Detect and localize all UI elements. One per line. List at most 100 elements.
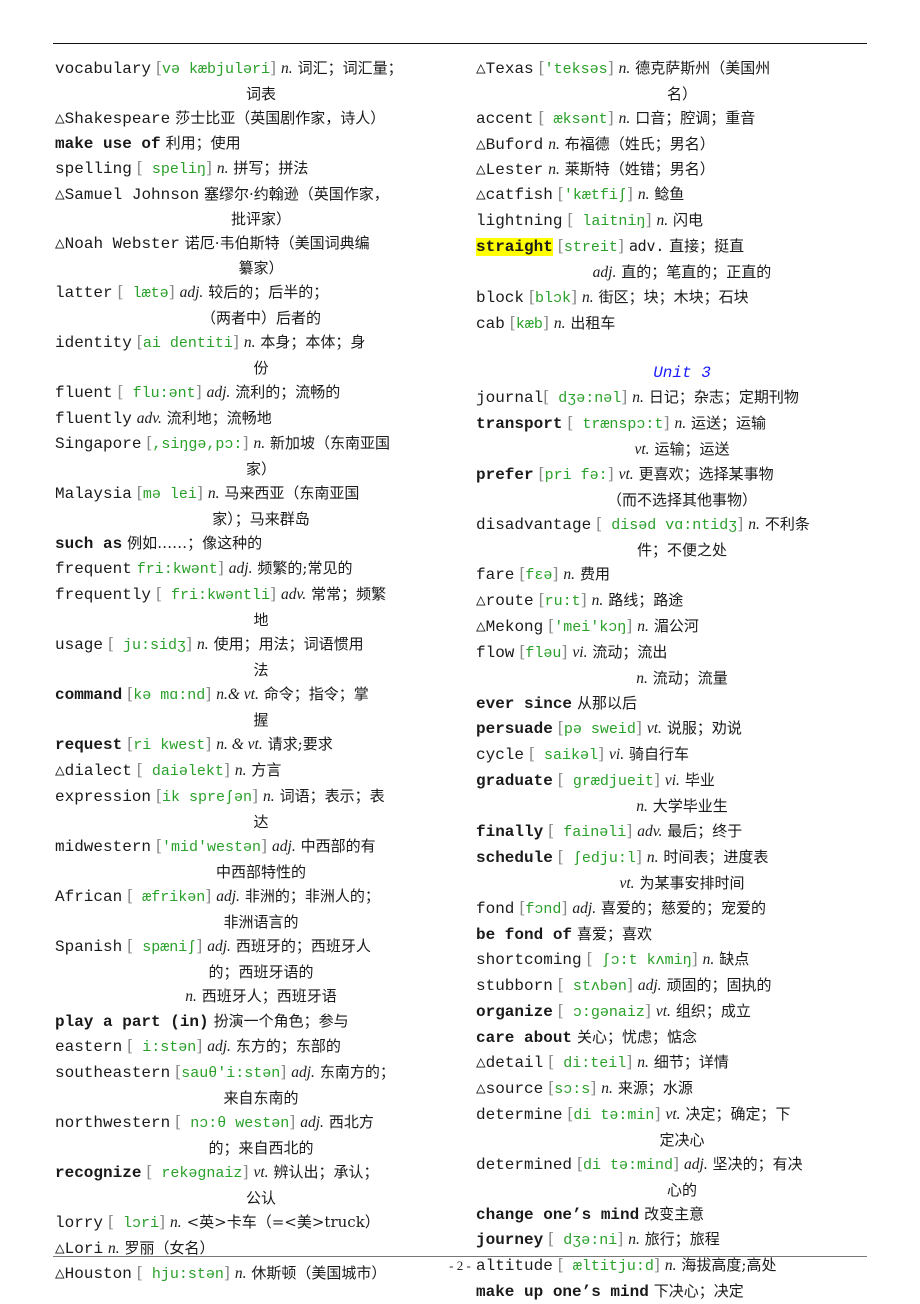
definition: 细节；详情 [653, 1053, 729, 1071]
part-of-speech: n. & vt. [216, 736, 263, 753]
bracket-close: ] [270, 585, 277, 603]
definition: 从那以后 [576, 694, 637, 712]
headword: fluently [55, 410, 132, 428]
vocab-entry: African [ æfrikən] adj. 非洲的；非洲人的； [55, 884, 467, 910]
headword: △catfish [476, 186, 553, 204]
phonetic: laitniŋ [573, 213, 646, 230]
headword: △Shakespeare [55, 110, 171, 128]
phonetic: və kæbjuləri [162, 61, 271, 78]
definition: 路线；路途 [608, 591, 684, 609]
definition: 例如……；像这种的 [127, 534, 263, 552]
phonetic: 'mei'kɔŋ [554, 619, 627, 636]
phonetic: lɔri [114, 1215, 160, 1232]
vocab-entry: organize [ ɔ:gənaiz] vt. 组织；成立 [476, 999, 888, 1025]
part-of-speech: adj. [179, 284, 204, 301]
definition: 坚决的；有决 [712, 1155, 803, 1173]
definition: 来自东南的 [223, 1089, 299, 1107]
definition: 达 [253, 813, 269, 831]
headword: fluent [55, 384, 113, 402]
definition: 份 [253, 359, 269, 377]
phonetic: ik spreʃən [162, 789, 253, 806]
bracket-close: ] [242, 1163, 249, 1181]
bracket-close: ] [607, 59, 614, 77]
part-of-speech: n. [197, 636, 209, 653]
definition: 直的；笔直的；正直的 [621, 263, 772, 281]
vocab-entry: determined [di tə:mind] adj. 坚决的；有决 [476, 1152, 888, 1178]
part-of-speech: n. [548, 161, 560, 178]
vocab-entry: schedule [ ʃedju:l] n. 时间表；进度表 [476, 845, 888, 871]
definition: 使用；用法；词语惯用 [213, 635, 364, 653]
part-of-speech: n. [548, 136, 560, 153]
headword: transport [476, 415, 563, 433]
vocab-entry: △route [ru:t] n. 路线；路途 [476, 588, 888, 614]
headword: determined [476, 1156, 573, 1174]
definition: 较后的；后半的； [208, 283, 329, 301]
phonetic: grædjueit [563, 773, 654, 790]
vocab-entry: △detail [ di:teil] n. 细节；详情 [476, 1050, 888, 1076]
definition-continued: 件；不便之处 [476, 538, 888, 562]
phonetic: sauθ'i:stən [181, 1065, 281, 1082]
headword: disadvantage [476, 516, 592, 534]
vocab-entry: △catfish ['kætfiʃ] n. 鲶鱼 [476, 182, 888, 208]
bracket-close: ] [617, 1230, 624, 1248]
vocab-entry: △dialect [ daiəlekt] n. 方言 [55, 758, 467, 784]
part-of-speech: n. [618, 60, 631, 77]
definition: 新加坡（东南亚国 [270, 434, 391, 452]
bracket-close: ] [270, 59, 277, 77]
definition: 莱斯特（姓错；男名） [564, 160, 715, 178]
vocab-entry: cab [kæb] n. 出租车 [476, 311, 888, 337]
additional-sense: adj. 直的；笔直的；正直的 [476, 260, 888, 285]
bracket-close: ] [626, 1053, 633, 1071]
part-of-speech: n. [234, 762, 247, 779]
definition: 心的 [666, 1181, 697, 1199]
definition-continued: 名） [476, 82, 888, 106]
part-of-speech: n. [637, 618, 649, 635]
headword: △route [476, 592, 534, 610]
part-of-speech: n.& vt. [216, 686, 259, 703]
vocab-entry: graduate [ grædjueit] vi. 毕业 [476, 768, 888, 794]
part-of-speech: vi. [664, 772, 680, 789]
definition: 大学毕业生 [652, 797, 728, 815]
phonetic: 'mid'westən [162, 839, 262, 856]
definition-continued: 份 [55, 356, 467, 380]
definition-continued: 的；来自西北的 [55, 1136, 467, 1160]
headword: accent [476, 110, 534, 128]
definition-continued: 词表 [55, 82, 467, 106]
bracket-close: ] [242, 434, 249, 452]
phonetic: nɔ:θ westən [181, 1115, 290, 1132]
vocab-entry: △Texas ['teksəs] n. 德克萨斯州（美国州 [476, 56, 888, 82]
definition: 湄公河 [653, 617, 699, 635]
part-of-speech: adj. [300, 1114, 324, 1131]
vocab-entry: expression [ik spreʃən] n. 词语；表示；表 [55, 784, 467, 810]
definition-continued: 达 [55, 810, 467, 834]
bracket-close: ] [598, 745, 605, 763]
definition-continued: 握 [55, 708, 467, 732]
vocab-entry: fluently adv. 流利地；流畅地 [55, 406, 467, 431]
unit-heading: Unit 3 [653, 364, 711, 382]
headword: Spanish [55, 938, 123, 956]
headword: △Buford [476, 136, 544, 154]
bracket-close: ] [196, 484, 203, 502]
vocab-entry: eastern [ i:stən] adj. 东方的；东部的 [55, 1034, 467, 1060]
headword: eastern [55, 1038, 123, 1056]
definition: 词汇；词汇量； [297, 59, 403, 77]
part-of-speech: n. [253, 435, 266, 452]
part-of-speech: n. [601, 1080, 613, 1097]
headword: vocabulary [55, 60, 152, 78]
left-column: vocabulary [və kæbjuləri] n. 词汇；词汇量； 词表 △S… [55, 56, 467, 1287]
definition-continued: 公认 [55, 1186, 467, 1210]
phonetic: æfrikən [133, 889, 206, 906]
vocab-entry: usage [ ju:sidʒ] n. 使用；用法；词语惯用 [55, 632, 467, 658]
vocab-entry: finally [ fainəli] adv. 最后；终于 [476, 819, 888, 845]
definition: 闪电 [673, 211, 704, 229]
headword: persuade [476, 720, 553, 738]
vocab-entry: disadvantage [ disəd vɑ:ntidʒ] n. 不利条 [476, 512, 888, 538]
definition-continued: 家）；马来群岛 [55, 507, 467, 531]
definition: 喜爱的；慈爱的；宠爱的 [601, 899, 767, 917]
definition: 法 [253, 661, 269, 679]
phonetic: i:stən [133, 1039, 197, 1056]
definition: 本身；本体；身 [260, 333, 366, 351]
headword: straight [476, 238, 553, 256]
bracket-close: ] [626, 822, 633, 840]
part-of-speech: adj. [206, 384, 231, 401]
